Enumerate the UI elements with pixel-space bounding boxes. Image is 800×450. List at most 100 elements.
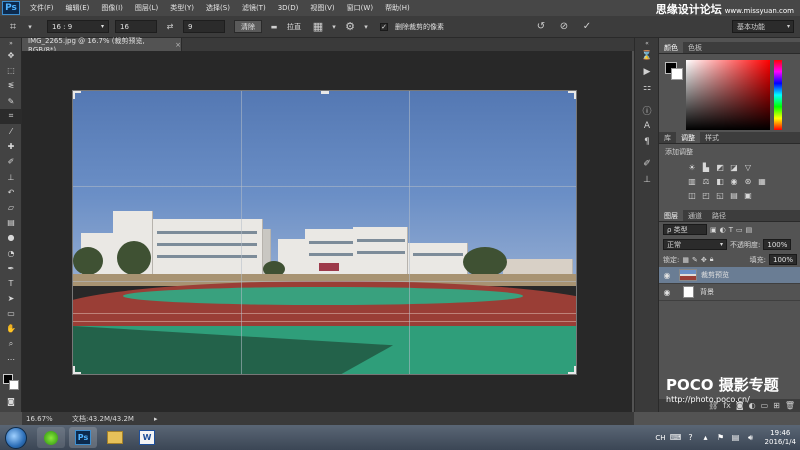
eye-icon[interactable]: ◉ [659, 288, 675, 297]
clear-button[interactable]: 清除 [234, 20, 262, 33]
pen-tool-icon[interactable]: ✒ [0, 261, 22, 276]
actions-icon[interactable]: ▶ [635, 64, 659, 80]
blend-mode-select[interactable]: 正常 ▾ [663, 239, 727, 250]
taskbar-photoshop[interactable]: Ps [69, 427, 97, 448]
close-icon[interactable]: × [175, 41, 181, 49]
eraser-tool-icon[interactable]: ▱ [0, 200, 22, 215]
menu-layer[interactable]: 图层(L) [129, 3, 164, 13]
paragraph-icon[interactable]: ¶ [635, 134, 659, 150]
filter-pixel-icon[interactable]: ▣ [710, 226, 717, 234]
filter-shape-icon[interactable]: ▭ [736, 226, 743, 234]
stamp-tool-icon[interactable]: ⊥ [0, 170, 22, 185]
crop-handle-bottom-right[interactable] [568, 366, 576, 374]
crop-handle-top-center[interactable] [321, 91, 329, 94]
levels-icon[interactable]: ▙ [701, 162, 711, 172]
history-brush-tool-icon[interactable]: ↶ [0, 185, 22, 200]
tab-libraries[interactable]: 库 [659, 132, 676, 143]
menu-help[interactable]: 帮助(H) [379, 3, 416, 13]
dodge-tool-icon[interactable]: ◔ [0, 245, 22, 260]
color-swatches[interactable] [3, 374, 19, 390]
fill-input[interactable]: 100% [768, 254, 797, 265]
type-tool-icon[interactable]: T [0, 276, 22, 291]
brush-settings-icon[interactable]: ✐ [635, 156, 659, 172]
ratio-select[interactable]: 16 : 9 ▾ [47, 20, 109, 33]
gradient-map-icon[interactable]: ▤ [729, 190, 739, 200]
crop-tool-icon[interactable]: ⌗ [6, 20, 20, 34]
invert-icon[interactable]: ◫ [687, 190, 697, 200]
color-balance-icon[interactable]: ⚖ [701, 176, 711, 186]
filter-smart-icon[interactable]: ▤ [746, 226, 753, 234]
brush-tool-icon[interactable]: ✐ [0, 154, 22, 169]
info-icon[interactable]: ⓘ [635, 102, 659, 118]
move-tool-icon[interactable]: ✥ [0, 48, 22, 63]
taskbar-browser[interactable] [37, 427, 65, 448]
document-tab[interactable]: IMG_2265.jpg @ 16.7% (裁剪预览, RGB/8*) × [22, 37, 182, 54]
menu-file[interactable]: 文件(F) [24, 3, 60, 13]
height-input[interactable]: 9 [183, 20, 225, 33]
tab-color[interactable]: 颜色 [659, 42, 683, 53]
lock-paint-icon[interactable]: ✎ [692, 256, 698, 264]
lock-move-icon[interactable]: ✥ [701, 256, 707, 264]
opacity-input[interactable]: 100% [763, 239, 792, 250]
history-icon[interactable]: ⌛ [635, 48, 659, 64]
exposure-icon[interactable]: ◪ [729, 162, 739, 172]
brightness-icon[interactable]: ☀ [687, 162, 697, 172]
curves-icon[interactable]: ◩ [715, 162, 725, 172]
tab-swatches[interactable]: 色板 [683, 42, 707, 53]
hue-saturation-icon[interactable]: ▥ [687, 176, 697, 186]
crop-handle-top-right[interactable] [568, 91, 576, 99]
selective-color-icon[interactable]: ▣ [743, 190, 753, 200]
layer-row[interactable]: ◉ 裁剪预览 [659, 267, 800, 284]
hand-tool-icon[interactable]: ✋ [0, 321, 22, 336]
path-select-tool-icon[interactable]: ➤ [0, 291, 22, 306]
vibrance-icon[interactable]: ▽ [743, 162, 753, 172]
tab-channels[interactable]: 通道 [683, 210, 707, 221]
network-icon[interactable]: ▤ [731, 433, 741, 443]
status-menu-arrow-icon[interactable]: ▸ [154, 415, 158, 423]
tab-layers[interactable]: 图层 [659, 210, 683, 221]
tab-adjustments[interactable]: 调整 [676, 132, 700, 143]
clock[interactable]: 19:46 2016/1/4 [765, 429, 796, 447]
straighten-label[interactable]: 拉直 [287, 22, 301, 32]
lasso-tool-icon[interactable]: ᓬ [0, 78, 22, 93]
start-button[interactable] [5, 426, 27, 449]
keyboard-icon[interactable]: ⌨ [670, 433, 682, 443]
eyedropper-tool-icon[interactable]: ⁄ [0, 124, 22, 139]
layer-kind-select[interactable]: ρ 类型 [663, 224, 707, 235]
language-indicator[interactable]: CH [655, 434, 665, 442]
character-icon[interactable]: A [635, 118, 659, 134]
cancel-icon[interactable]: ⊘ [557, 20, 571, 34]
overlay-grid-icon[interactable]: ▦ [311, 20, 325, 34]
threshold-icon[interactable]: ◱ [715, 190, 725, 200]
healing-brush-tool-icon[interactable]: ✚ [0, 139, 22, 154]
panel-background-color[interactable] [671, 68, 683, 80]
delete-cropped-checkbox[interactable]: ✓ [380, 22, 388, 31]
layer-row[interactable]: ◉ 背景 [659, 284, 800, 301]
collapse-arrows-icon[interactable]: » [0, 38, 22, 48]
marquee-tool-icon[interactable]: ⬚ [0, 63, 22, 78]
lock-all-icon[interactable]: 🔒︎ [710, 255, 714, 264]
taskbar-explorer[interactable] [101, 427, 129, 448]
zoom-tool-icon[interactable]: ⌕ [0, 337, 22, 352]
crop-tool-icon[interactable]: ⌗ [0, 108, 22, 124]
tab-paths[interactable]: 路径 [707, 210, 731, 221]
menu-filter[interactable]: 滤镜(T) [236, 3, 272, 13]
crop-handle-bottom-left[interactable] [73, 366, 81, 374]
channel-mixer-icon[interactable]: ⊛ [743, 176, 753, 186]
menu-select[interactable]: 选择(S) [200, 3, 236, 13]
tab-styles[interactable]: 样式 [700, 132, 724, 143]
color-lookup-icon[interactable]: ▦ [757, 176, 767, 186]
eye-icon[interactable]: ◉ [659, 271, 675, 280]
black-white-icon[interactable]: ◧ [715, 176, 725, 186]
more-tools-icon[interactable]: ⋯ [0, 352, 22, 367]
posterize-icon[interactable]: ◰ [701, 190, 711, 200]
gear-icon[interactable]: ⚙ [343, 20, 357, 34]
clone-source-icon[interactable]: ⊥ [635, 172, 659, 188]
lock-pixels-icon[interactable]: ▦ [682, 256, 689, 264]
volume-icon[interactable]: 🔊︎ [746, 433, 756, 443]
filter-adjust-icon[interactable]: ◐ [720, 226, 726, 234]
properties-icon[interactable]: ⚏ [635, 80, 659, 96]
reset-icon[interactable]: ↺ [534, 20, 548, 34]
filter-type-icon[interactable]: T [729, 226, 733, 234]
menu-view[interactable]: 视图(V) [304, 3, 340, 13]
